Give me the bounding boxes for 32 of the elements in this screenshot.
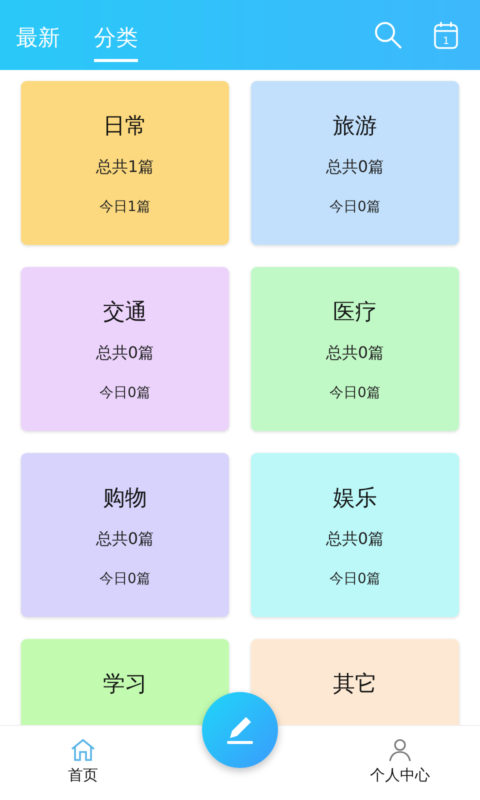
today-count: 今日0篇 xyxy=(100,570,150,588)
total-count: 总共0篇 xyxy=(326,343,384,364)
category-name: 娱乐 xyxy=(333,485,377,513)
category-name: 其它 xyxy=(333,671,377,699)
category-card[interactable]: 娱乐 总共0篇 今日0篇 xyxy=(251,453,459,617)
category-name: 日常 xyxy=(103,113,147,141)
category-name: 学习 xyxy=(103,671,147,699)
today-count: 今日1篇 xyxy=(100,198,150,216)
category-card[interactable]: 医疗 总共0篇 今日0篇 xyxy=(251,267,459,431)
total-count: 总共0篇 xyxy=(326,157,384,178)
category-name: 交通 xyxy=(103,299,147,327)
category-name: 医疗 xyxy=(333,299,377,327)
total-count: 总共0篇 xyxy=(326,529,384,550)
category-card[interactable]: 学习 xyxy=(21,639,229,726)
today-count: 今日0篇 xyxy=(100,384,150,402)
category-card[interactable]: 交通 总共0篇 今日0篇 xyxy=(21,267,229,431)
category-card[interactable]: 购物 总共0篇 今日0篇 xyxy=(21,453,229,617)
category-name: 旅游 xyxy=(333,113,377,141)
category-card[interactable]: 日常 总共1篇 今日1篇 xyxy=(21,81,229,245)
pencil-icon xyxy=(224,714,256,746)
category-card[interactable]: 旅游 总共0篇 今日0篇 xyxy=(251,81,459,245)
search-icon[interactable] xyxy=(374,21,402,49)
today-count: 今日0篇 xyxy=(330,198,380,216)
today-count: 今日0篇 xyxy=(330,570,380,588)
total-count: 总共0篇 xyxy=(96,343,154,364)
today-count: 今日0篇 xyxy=(330,384,380,402)
total-count: 总共0篇 xyxy=(96,529,154,550)
total-count: 总共1篇 xyxy=(96,157,154,178)
category-card[interactable]: 其它 xyxy=(251,639,459,726)
nav-item[interactable]: 个人中心 xyxy=(364,726,436,800)
nav-item[interactable]: 首页 xyxy=(48,726,118,800)
category-name: 购物 xyxy=(103,485,147,513)
